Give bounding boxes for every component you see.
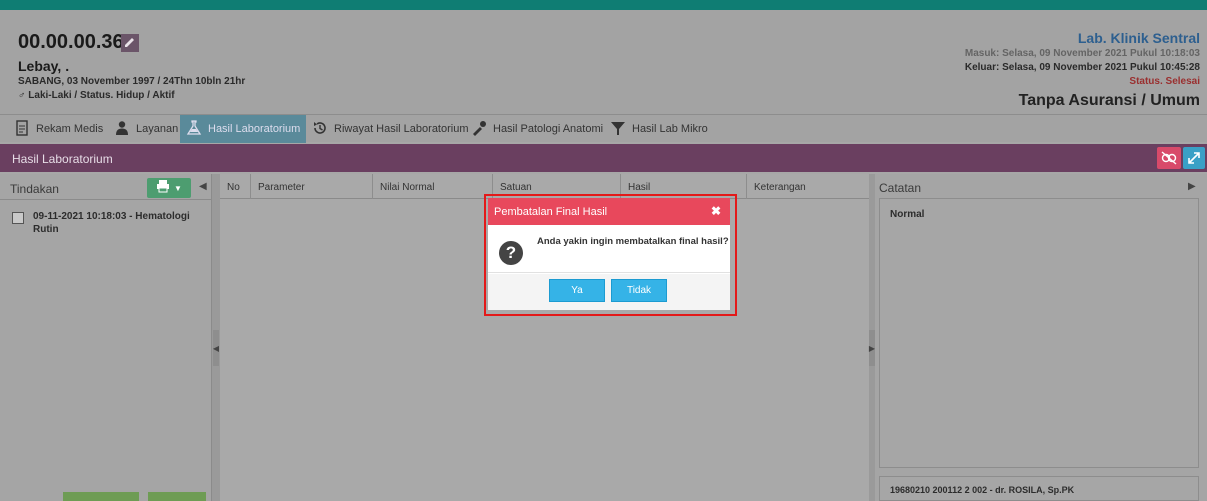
patient-birth-info: SABANG, 03 November 1997 / 24Thn 10bln 2… bbox=[18, 76, 246, 87]
expand-button[interactable] bbox=[1183, 147, 1205, 169]
patient-id: 00.00.00.36 bbox=[18, 31, 124, 53]
signer-text: 19680210 200112 2 002 - dr. ROSILA, Sp.P… bbox=[890, 485, 1075, 495]
catatan-title: Catatan bbox=[879, 181, 922, 195]
left-splitter-handle[interactable]: ◀ bbox=[213, 330, 219, 366]
tab-bar: Rekam Medis Layanan Hasil Laboratorium R… bbox=[0, 114, 1207, 143]
column-header-no[interactable]: No bbox=[220, 174, 251, 199]
tab-rekam-medis[interactable]: Rekam Medis bbox=[8, 115, 109, 143]
tab-layanan[interactable]: Layanan bbox=[108, 115, 184, 143]
tab-label: Layanan bbox=[136, 123, 179, 135]
confirm-no-button[interactable]: Tidak bbox=[611, 279, 667, 302]
tab-hasil-patologi-anatomi[interactable]: Hasil Patologi Anatomi bbox=[465, 115, 609, 143]
edit-icon[interactable] bbox=[121, 34, 139, 52]
flask-icon bbox=[186, 119, 202, 139]
tab-label: Rekam Medis bbox=[36, 123, 104, 135]
tindakan-checkbox[interactable] bbox=[12, 212, 24, 224]
unlink-button[interactable] bbox=[1157, 147, 1181, 169]
file-icon bbox=[14, 119, 30, 139]
visit-masuk: Masuk: Selasa, 09 November 2021 Pukul 10… bbox=[964, 48, 1200, 59]
tindakan-panel: Tindakan ▼ ◀ 09-11-2021 10:18:03 - Hemat… bbox=[0, 174, 212, 501]
insurance-type: Tanpa Asuransi / Umum bbox=[1018, 92, 1200, 109]
column-header-nilai-normal[interactable]: Nilai Normal bbox=[373, 174, 493, 199]
filter-icon bbox=[610, 120, 626, 139]
catatan-text: Normal bbox=[890, 209, 925, 220]
history-icon bbox=[312, 120, 328, 139]
question-icon: ? bbox=[499, 241, 523, 265]
tab-label: Hasil Lab Mikro bbox=[632, 123, 708, 135]
chevron-down-icon: ▼ bbox=[174, 183, 182, 193]
dialog-footer: Ya Tidak bbox=[488, 274, 730, 310]
patient-name: Lebay, . bbox=[18, 58, 70, 74]
tindakan-header: Tindakan ▼ ◀ bbox=[0, 174, 212, 200]
section-title: Hasil Laboratorium bbox=[12, 152, 113, 166]
collapse-right-icon[interactable]: ▶ bbox=[1188, 181, 1196, 192]
confirm-yes-button[interactable]: Ya bbox=[549, 279, 605, 302]
tab-label: Hasil Laboratorium bbox=[208, 123, 301, 135]
unlink-icon bbox=[1157, 151, 1181, 173]
print-button[interactable]: ▼ bbox=[147, 178, 191, 198]
tab-riwayat-hasil-laboratorium[interactable]: Riwayat Hasil Laboratorium bbox=[306, 115, 475, 143]
tab-label: Riwayat Hasil Laboratorium bbox=[334, 123, 469, 135]
tindakan-item[interactable]: 09-11-2021 10:18:03 - Hematologi Rutin bbox=[33, 210, 203, 236]
signer-field[interactable]: 19680210 200112 2 002 - dr. ROSILA, Sp.P… bbox=[879, 476, 1199, 501]
tab-hasil-laboratorium[interactable]: Hasil Laboratorium bbox=[180, 115, 307, 143]
dialog-title: Pembatalan Final Hasil bbox=[494, 206, 608, 218]
tindakan-title: Tindakan bbox=[10, 182, 59, 196]
column-header-parameter[interactable]: Parameter bbox=[251, 174, 373, 199]
close-icon[interactable]: ✖ bbox=[711, 204, 721, 218]
unit-name: Lab. Klinik Sentral bbox=[1077, 30, 1200, 46]
pipette-icon bbox=[471, 120, 487, 139]
dialog-body: ? Anda yakin ingin membatalkan final has… bbox=[488, 225, 730, 273]
dialog-header: Pembatalan Final Hasil ✖ bbox=[488, 198, 730, 225]
catatan-textarea[interactable]: Normal bbox=[879, 198, 1199, 468]
expand-icon bbox=[1183, 152, 1205, 173]
visit-keluar: Keluar: Selasa, 09 November 2021 Pukul 1… bbox=[964, 62, 1200, 73]
tab-hasil-lab-mikro[interactable]: Hasil Lab Mikro bbox=[604, 115, 714, 143]
footer-button-2[interactable] bbox=[148, 492, 206, 501]
confirm-dialog: Pembatalan Final Hasil ✖ ? Anda yakin in… bbox=[488, 198, 730, 310]
visit-status: Status. Selesai bbox=[1129, 76, 1200, 87]
section-header: Hasil Laboratorium bbox=[0, 144, 1207, 172]
tab-label: Hasil Patologi Anatomi bbox=[493, 123, 604, 135]
patient-gender-status: ♂ Laki-Laki / Status. Hidup / Aktif bbox=[18, 90, 175, 101]
doctor-icon bbox=[114, 120, 130, 139]
dialog-message: Anda yakin ingin membatalkan final hasil… bbox=[537, 236, 729, 247]
collapse-left-icon[interactable]: ◀ bbox=[199, 181, 207, 192]
column-header-keterangan[interactable]: Keterangan bbox=[747, 174, 869, 199]
patient-header: 00.00.00.36 Lebay, . SABANG, 03 November… bbox=[0, 10, 1207, 114]
printer-icon bbox=[156, 179, 170, 198]
top-accent-bar bbox=[0, 0, 1207, 10]
catatan-panel: Catatan ▶ Normal 19680210 200112 2 002 -… bbox=[875, 174, 1207, 501]
footer-button-1[interactable] bbox=[63, 492, 139, 501]
